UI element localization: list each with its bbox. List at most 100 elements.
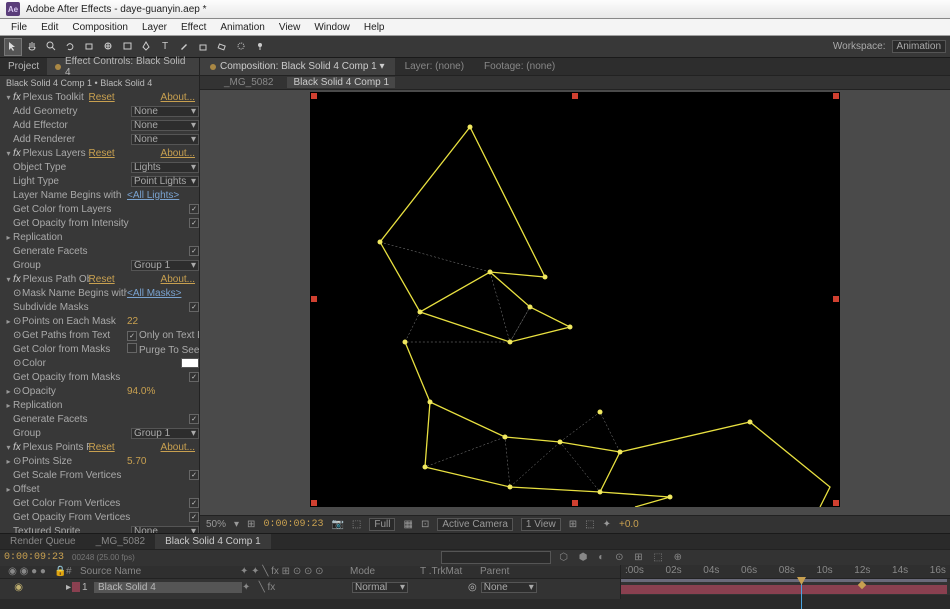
menu-composition[interactable]: Composition — [65, 22, 135, 33]
menu-animation[interactable]: Animation — [213, 22, 271, 33]
fx-points-title[interactable]: Plexus Points Renderer — [23, 442, 89, 453]
render-queue-tab[interactable]: Render Queue — [0, 534, 86, 549]
timeline-comp-tab[interactable]: Black Solid 4 Comp 1 — [155, 534, 271, 549]
dd-sprite[interactable]: None▾ — [131, 526, 199, 534]
zoom-tool[interactable] — [42, 38, 60, 56]
eraser-tool[interactable] — [213, 38, 231, 56]
dd-group2[interactable]: Group 1▾ — [131, 428, 199, 439]
window-title: Adobe After Effects - daye-guanyin.aep * — [26, 4, 207, 15]
menu-layer[interactable]: Layer — [135, 22, 174, 33]
reset-link[interactable]: Reset — [89, 274, 161, 285]
composition-canvas[interactable] — [310, 92, 840, 507]
menu-edit[interactable]: Edit — [34, 22, 65, 33]
timeline-mg-tab[interactable]: _MG_5082 — [86, 534, 155, 549]
selection-tool[interactable] — [4, 38, 22, 56]
project-tab[interactable]: Project — [0, 58, 47, 75]
layer-tab[interactable]: Layer: (none) — [395, 58, 474, 75]
cb-color-vert[interactable]: ✓ — [189, 498, 199, 508]
menu-file[interactable]: File — [4, 22, 34, 33]
composition-tab[interactable]: Composition: Black Solid 4 Comp 1 ▾ — [200, 58, 395, 75]
dd-add-geometry[interactable]: None▾ — [131, 106, 199, 117]
dd-add-effector[interactable]: None▾ — [131, 120, 199, 131]
param-offset[interactable]: Offset — [13, 484, 199, 495]
timeline-search[interactable] — [441, 551, 551, 564]
cb-paths-text[interactable]: ✓ — [127, 331, 137, 341]
val-opacity[interactable]: 94.0% — [127, 386, 199, 397]
camera-tool[interactable] — [80, 38, 98, 56]
cb-subdivide[interactable]: ✓ — [189, 302, 199, 312]
cb-opacity-masks[interactable]: ✓ — [189, 372, 199, 382]
pen-tool[interactable] — [137, 38, 155, 56]
param-replication[interactable]: Replication — [13, 232, 199, 243]
type-tool[interactable]: T — [156, 38, 174, 56]
about-link[interactable]: About... — [161, 92, 199, 103]
cb-gen-facets2[interactable]: ✓ — [189, 414, 199, 424]
val-layer-name[interactable]: <All Lights> — [127, 190, 199, 201]
layer-parent-dd[interactable]: None▾ — [481, 582, 537, 593]
pin-tool[interactable] — [251, 38, 269, 56]
dd-add-renderer[interactable]: None▾ — [131, 134, 199, 145]
work-area-bar[interactable] — [621, 579, 947, 582]
fx-layers-title[interactable]: Plexus Layers Object — [23, 148, 89, 159]
current-timecode[interactable]: 0:00:09:23 — [4, 552, 64, 563]
subcomp-2[interactable]: Black Solid 4 Comp 1 — [287, 77, 395, 88]
param-points-size: Points Size — [22, 456, 127, 467]
cb-get-opacity[interactable]: ✓ — [189, 218, 199, 228]
col-source[interactable]: Source Name — [80, 566, 240, 579]
menu-effect[interactable]: Effect — [174, 22, 213, 33]
workspace-dropdown[interactable]: Animation — [892, 40, 946, 53]
cb-gen-facets[interactable]: ✓ — [189, 246, 199, 256]
snapshot-icon[interactable]: 📷 — [331, 519, 343, 530]
cb-opacity-vert[interactable]: ✓ — [189, 512, 199, 522]
layer-duration-bar[interactable] — [621, 585, 947, 594]
dd-object-type[interactable]: Lights▾ — [131, 162, 199, 173]
rotation-tool[interactable] — [61, 38, 79, 56]
col-mode[interactable]: Mode — [350, 566, 420, 579]
dd-group[interactable]: Group 1▾ — [131, 260, 199, 271]
fx-path-title[interactable]: Plexus Path Object — [23, 274, 89, 285]
hand-tool[interactable] — [23, 38, 41, 56]
camera-dropdown[interactable]: Active Camera — [437, 518, 513, 531]
menu-window[interactable]: Window — [307, 22, 357, 33]
layer-name[interactable]: Black Solid 4 — [94, 582, 242, 593]
val-mask-name[interactable]: <All Masks> — [127, 288, 199, 299]
resolution-dropdown[interactable]: Full — [369, 518, 395, 531]
fx-toolkit-title[interactable]: Plexus Toolkit — [23, 92, 89, 103]
cb-get-color-layers[interactable]: ✓ — [189, 204, 199, 214]
reset-link[interactable]: Reset — [89, 442, 161, 453]
rectangle-tool[interactable] — [118, 38, 136, 56]
param-mask-name: Mask Name Begins with — [22, 288, 127, 299]
about-link[interactable]: About... — [161, 148, 199, 159]
reset-link[interactable]: Reset — [89, 148, 161, 159]
col-parent[interactable]: Parent — [480, 566, 550, 579]
footage-tab[interactable]: Footage: (none) — [474, 58, 565, 75]
color-swatch[interactable] — [181, 358, 199, 368]
cb-scale-vert[interactable]: ✓ — [189, 470, 199, 480]
viewer-timecode[interactable]: 0:00:09:23 — [263, 519, 323, 530]
subcomp-1[interactable]: _MG_5082 — [224, 77, 273, 88]
about-link[interactable]: About... — [161, 274, 199, 285]
param-opacity: Opacity — [22, 386, 127, 397]
param-replication2[interactable]: Replication — [13, 400, 199, 411]
about-link[interactable]: About... — [161, 442, 199, 453]
menu-view[interactable]: View — [272, 22, 308, 33]
pan-behind-tool[interactable] — [99, 38, 117, 56]
timeline-ruler[interactable]: :00s02s04s06s08s10s12s14s16s — [620, 565, 950, 599]
effect-controls-tab[interactable]: Effect Controls: Black Solid 4 — [47, 58, 199, 75]
menu-help[interactable]: Help — [357, 22, 392, 33]
layer-mode-dd[interactable]: Normal▾ — [352, 582, 408, 593]
val-points-size[interactable]: 5.70 — [127, 456, 199, 467]
zoom-dropdown[interactable]: 50% — [206, 519, 226, 530]
dd-light-type[interactable]: Point Lights▾ — [131, 176, 199, 187]
cb-color-masks[interactable] — [127, 343, 137, 353]
clone-tool[interactable] — [194, 38, 212, 56]
roto-tool[interactable] — [232, 38, 250, 56]
val-points-mask[interactable]: 22 — [127, 316, 199, 327]
exposure-value[interactable]: +0.0 — [619, 519, 639, 530]
brush-tool[interactable] — [175, 38, 193, 56]
reset-link[interactable]: Reset — [89, 92, 161, 103]
col-trkmat[interactable]: T .TrkMat — [420, 566, 480, 579]
views-dropdown[interactable]: 1 View — [521, 518, 561, 531]
grid-icon[interactable]: ⊞ — [247, 519, 255, 530]
current-time-indicator[interactable] — [801, 579, 802, 609]
